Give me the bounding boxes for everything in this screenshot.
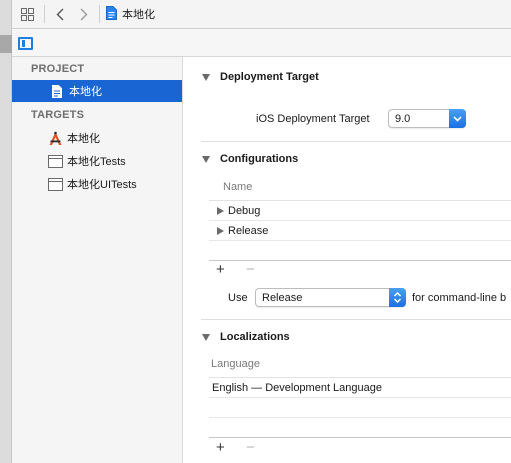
table-row-empty bbox=[209, 418, 511, 438]
gutter-tab[interactable] bbox=[0, 35, 12, 53]
project-file-icon bbox=[49, 83, 65, 99]
project-item[interactable]: 本地化 bbox=[12, 80, 182, 102]
ios-deployment-label: iOS Deployment Target bbox=[256, 113, 370, 125]
deployment-section-header[interactable]: Deployment Target bbox=[202, 71, 319, 83]
target-item[interactable]: 本地化Tests bbox=[12, 150, 182, 172]
jumpbar-separator bbox=[99, 5, 100, 23]
project-header: PROJECT bbox=[31, 63, 85, 75]
column-header-language: Language bbox=[211, 358, 260, 370]
section-divider bbox=[201, 141, 511, 142]
targets-header: TARGETS bbox=[31, 109, 85, 121]
disclosure-triangle-icon[interactable] bbox=[217, 226, 224, 235]
table-row[interactable]: English — Development Language bbox=[209, 378, 511, 398]
add-configuration-button[interactable]: + bbox=[216, 262, 225, 277]
folder-icon bbox=[47, 176, 63, 192]
chevron-right-icon[interactable] bbox=[75, 3, 93, 25]
table-row[interactable]: Release bbox=[209, 221, 511, 241]
remove-localization-button[interactable]: − bbox=[246, 440, 255, 455]
grid-icon[interactable] bbox=[16, 3, 38, 25]
project-file-icon bbox=[106, 5, 117, 23]
row-label: Debug bbox=[228, 204, 261, 217]
column-header-name: Name bbox=[223, 181, 253, 193]
use-label: Use bbox=[228, 292, 248, 304]
target-item[interactable]: 本地化UITests bbox=[12, 173, 182, 195]
left-gutter bbox=[0, 0, 12, 463]
popup-value: Release bbox=[262, 291, 303, 304]
disclosure-triangle-icon bbox=[202, 333, 210, 341]
target-item-label: 本地化 bbox=[67, 133, 100, 145]
project-outline: PROJECT 本地化 TARGETS 本地化 本地化Tests 本地化UITe… bbox=[12, 57, 183, 463]
jumpbar-separator bbox=[44, 5, 45, 23]
row-label: English — Development Language bbox=[212, 381, 383, 394]
table-row-empty bbox=[209, 241, 511, 261]
chevron-left-icon[interactable] bbox=[51, 3, 69, 25]
section-title: Configurations bbox=[220, 153, 299, 165]
chevron-down-icon bbox=[449, 109, 466, 128]
localizations-section-header[interactable]: Localizations bbox=[202, 331, 290, 343]
breadcrumb[interactable]: 本地化 bbox=[106, 5, 155, 23]
disclosure-triangle-icon bbox=[202, 155, 210, 163]
disclosure-triangle-icon bbox=[202, 73, 210, 81]
section-divider bbox=[201, 319, 511, 320]
updown-chevron-icon bbox=[389, 288, 406, 307]
sidebar-toggle-icon[interactable] bbox=[18, 37, 33, 50]
configurations-section-header[interactable]: Configurations bbox=[202, 153, 299, 165]
section-title: Localizations bbox=[220, 331, 290, 343]
ios-deployment-popup[interactable]: 9.0 bbox=[388, 109, 466, 128]
table-row[interactable]: Debug bbox=[209, 201, 511, 221]
editor-toolbar bbox=[12, 29, 511, 57]
breadcrumb-label: 本地化 bbox=[122, 9, 155, 21]
add-localization-button[interactable]: + bbox=[216, 440, 225, 455]
command-line-suffix: for command-line b bbox=[412, 292, 507, 304]
section-title: Deployment Target bbox=[220, 71, 319, 83]
app-target-icon bbox=[47, 130, 63, 146]
remove-configuration-button[interactable]: − bbox=[246, 262, 255, 277]
target-item-label: 本地化Tests bbox=[67, 156, 126, 168]
popup-value: 9.0 bbox=[395, 112, 411, 125]
project-item-label: 本地化 bbox=[69, 86, 102, 98]
settings-panel: Deployment Target iOS Deployment Target … bbox=[183, 57, 511, 463]
folder-icon bbox=[47, 153, 63, 169]
table-footer-line bbox=[209, 437, 511, 438]
command-line-config-popup[interactable]: Release bbox=[255, 288, 406, 307]
target-item[interactable]: 本地化 bbox=[12, 127, 182, 149]
disclosure-triangle-icon[interactable] bbox=[217, 206, 224, 215]
table-row-empty bbox=[209, 398, 511, 418]
jump-bar: 本地化 bbox=[12, 0, 511, 29]
row-label: Release bbox=[228, 224, 269, 237]
target-item-label: 本地化UITests bbox=[67, 179, 137, 191]
